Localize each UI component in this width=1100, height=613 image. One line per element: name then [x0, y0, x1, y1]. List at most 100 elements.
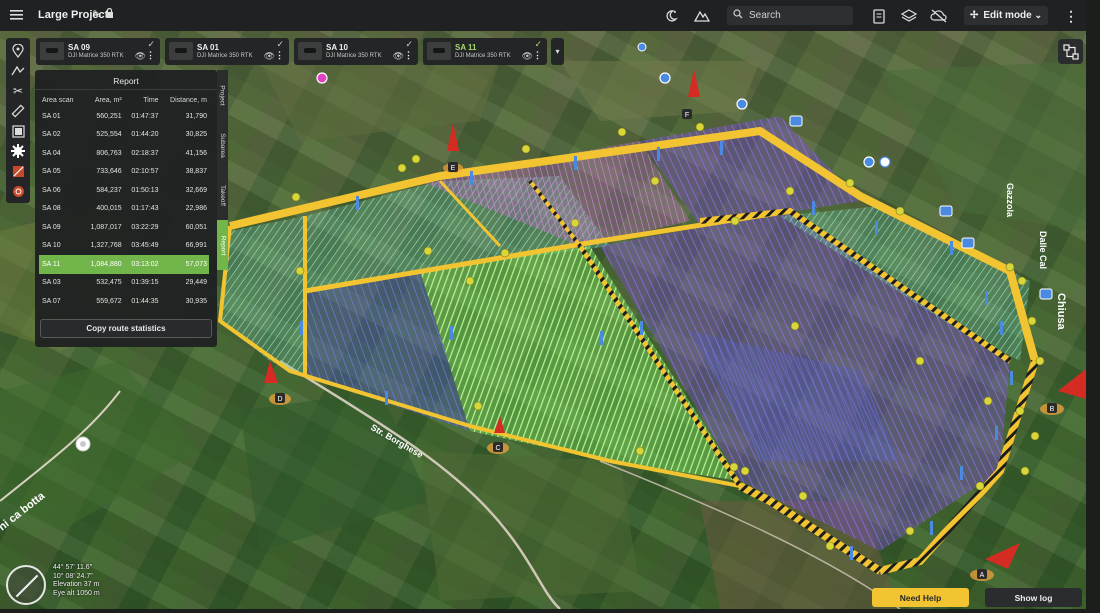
tab-label: Takeoff	[219, 184, 226, 206]
cloud-off-icon[interactable]	[930, 7, 948, 25]
cell-area-scan: SA 05	[42, 168, 61, 176]
table-row[interactable]: SA 03 532,475 01:39:15 29,449	[39, 274, 209, 293]
table-row[interactable]: SA 08 400,015 01:17:43 22,986	[39, 200, 209, 219]
tab-label: Project	[219, 84, 227, 106]
top-bar: Large Project ✎ ✢ Edit mode ⌄ ⋮	[0, 0, 1086, 31]
area-tool-icon[interactable]	[8, 121, 28, 141]
no-fly-zone-icon[interactable]	[8, 161, 28, 181]
clipboard-icon[interactable]	[870, 7, 888, 25]
card-menu-icon[interactable]: ⋮	[275, 50, 284, 61]
marker-d-label: D	[277, 396, 282, 403]
cell-time: 01:44:20	[131, 131, 159, 139]
marker-f-label: F	[685, 112, 689, 119]
tab-takeoff[interactable]: Takeoff	[217, 170, 228, 220]
scan-card-model: DJI Matrice 350 RTK	[326, 53, 382, 59]
tab-report[interactable]: Report	[217, 220, 228, 270]
need-help-button[interactable]: Need Help	[872, 588, 969, 607]
cell-time: 02:10:57	[131, 168, 159, 176]
table-row[interactable]: SA 01 560,251 01:47:37 31,790	[39, 107, 209, 126]
table-row[interactable]: SA 07 559,672 01:44:35 30,935	[39, 292, 209, 311]
cell-time: 03:13:02	[123, 255, 161, 274]
table-row[interactable]: SA 04 806,763 02:18:37 41,156	[39, 144, 209, 163]
marker-f[interactable]: F	[682, 109, 692, 119]
eye-icon[interactable]: 👁	[393, 51, 404, 62]
marker-c-label: C	[495, 445, 500, 452]
scan-card-sa-11[interactable]: SA 11 DJI Matrice 350 RTK ✓ 👁 ⋮	[423, 38, 547, 65]
layers-icon[interactable]	[900, 7, 918, 25]
compass-icon[interactable]	[6, 565, 46, 605]
scan-card-sa-01[interactable]: SA 01 DJI Matrice 350 RTK ✓ 👁 ⋮	[165, 38, 289, 65]
search-input[interactable]	[749, 10, 849, 21]
place-label-gazzola: Gazzola	[1005, 183, 1015, 218]
cell-area-scan: SA 07	[42, 297, 61, 305]
column-header[interactable]: Distance, m	[161, 93, 209, 107]
pencil-icon[interactable]: ✎	[92, 8, 101, 21]
drone-thumbnail	[298, 42, 322, 60]
eye-icon[interactable]: 👁	[522, 51, 533, 62]
scan-card-sa-09[interactable]: SA 09 DJI Matrice 350 RTK ✓ 👁 ⋮	[36, 38, 160, 65]
drone-thumbnail	[40, 42, 64, 60]
weather-icon[interactable]	[662, 7, 680, 25]
card-menu-icon[interactable]: ⋮	[404, 50, 413, 61]
marker-b[interactable]: B	[1040, 403, 1064, 415]
menu-icon[interactable]	[10, 8, 24, 22]
report-panel: Report Area scan Area, m² Time Distance,…	[35, 70, 217, 347]
cell-area: 525,554	[96, 131, 122, 139]
cell-distance: 66,991	[185, 242, 207, 250]
polyline-tool-icon[interactable]	[8, 61, 28, 81]
scan-card-name: SA 10	[326, 43, 348, 52]
more-options-icon[interactable]: ⋮	[1064, 8, 1078, 25]
column-header[interactable]: Time	[124, 93, 161, 107]
cell-distance: 30,935	[185, 297, 207, 305]
cell-area: 1,327,768	[90, 242, 122, 250]
chevron-down-icon[interactable]: ▾	[551, 38, 564, 65]
tab-subarea[interactable]: Subarea	[217, 120, 228, 170]
marker-c[interactable]: C	[487, 442, 509, 454]
terrain-icon[interactable]	[693, 7, 711, 25]
flow-icon[interactable]	[1058, 39, 1083, 64]
coordinates-readout: 44° 57' 11.6" 10° 08' 24.7" Elevation 37…	[53, 564, 100, 598]
copy-route-statistics-button[interactable]: Copy route statistics	[40, 319, 212, 338]
marker-d[interactable]: D	[269, 393, 291, 405]
eye-icon[interactable]: 👁	[135, 51, 146, 62]
check-icon: ✓	[147, 39, 155, 49]
obstacle-icon[interactable]	[8, 181, 28, 201]
table-row[interactable]: SA 05 733,646 02:10:57 38,837	[39, 163, 209, 182]
card-menu-icon[interactable]: ⋮	[533, 50, 542, 61]
eye-icon[interactable]: 👁	[264, 51, 275, 62]
table-row[interactable]: SA 09 1,087,017 03:22:29 60,051	[39, 218, 209, 237]
table-row[interactable]: SA 10 1,327,768 03:45:49 66,991	[39, 237, 209, 256]
column-header[interactable]: Area, m²	[82, 93, 124, 107]
scissors-icon[interactable]: ✂	[8, 81, 28, 101]
table-row[interactable]: SA 02 525,554 01:44:20 30,825	[39, 126, 209, 145]
show-log-button[interactable]: Show log	[985, 588, 1082, 607]
search-box[interactable]	[727, 6, 853, 25]
edit-mode-dropdown[interactable]: ✢ Edit mode ⌄	[964, 6, 1048, 25]
report-table: Area scan Area, m² Time Distance, m SA 0…	[39, 93, 209, 311]
gear-tool-icon[interactable]	[8, 141, 28, 161]
cell-area: 584,237	[96, 186, 122, 194]
marker-e[interactable]: E	[443, 162, 463, 173]
cell-area-scan: SA 11	[39, 255, 83, 274]
table-row[interactable]: SA 06 584,237 01:50:13 32,669	[39, 181, 209, 200]
scan-card-sa-10[interactable]: SA 10 DJI Matrice 350 RTK ✓ 👁 ⋮	[294, 38, 418, 65]
cell-distance: 32,669	[185, 186, 207, 194]
card-menu-icon[interactable]: ⋮	[146, 50, 155, 61]
place-label-chiusa: Chiusa	[1055, 293, 1067, 331]
cell-area-scan: SA 06	[42, 186, 61, 194]
cell-distance: 29,449	[185, 279, 207, 287]
cell-time: 01:47:37	[131, 112, 159, 120]
cell-area-scan: SA 03	[42, 279, 61, 287]
cell-distance: 22,986	[185, 205, 207, 213]
ruler-icon[interactable]	[8, 101, 28, 121]
table-row[interactable]: SA 11 1,084,880 03:13:02 57,073	[39, 255, 209, 274]
cell-area: 400,015	[96, 205, 122, 213]
panel-side-tabs: Project Subarea Takeoff Report	[217, 70, 228, 270]
pin-tool-icon[interactable]	[8, 41, 28, 61]
column-header[interactable]: Area scan	[39, 93, 82, 107]
cell-time: 01:17:43	[131, 205, 159, 213]
tab-project[interactable]: Project	[217, 70, 228, 120]
table-header: Area scan Area, m² Time Distance, m	[39, 93, 209, 107]
cell-distance: 30,825	[185, 131, 207, 139]
marker-a[interactable]: A	[970, 569, 994, 581]
